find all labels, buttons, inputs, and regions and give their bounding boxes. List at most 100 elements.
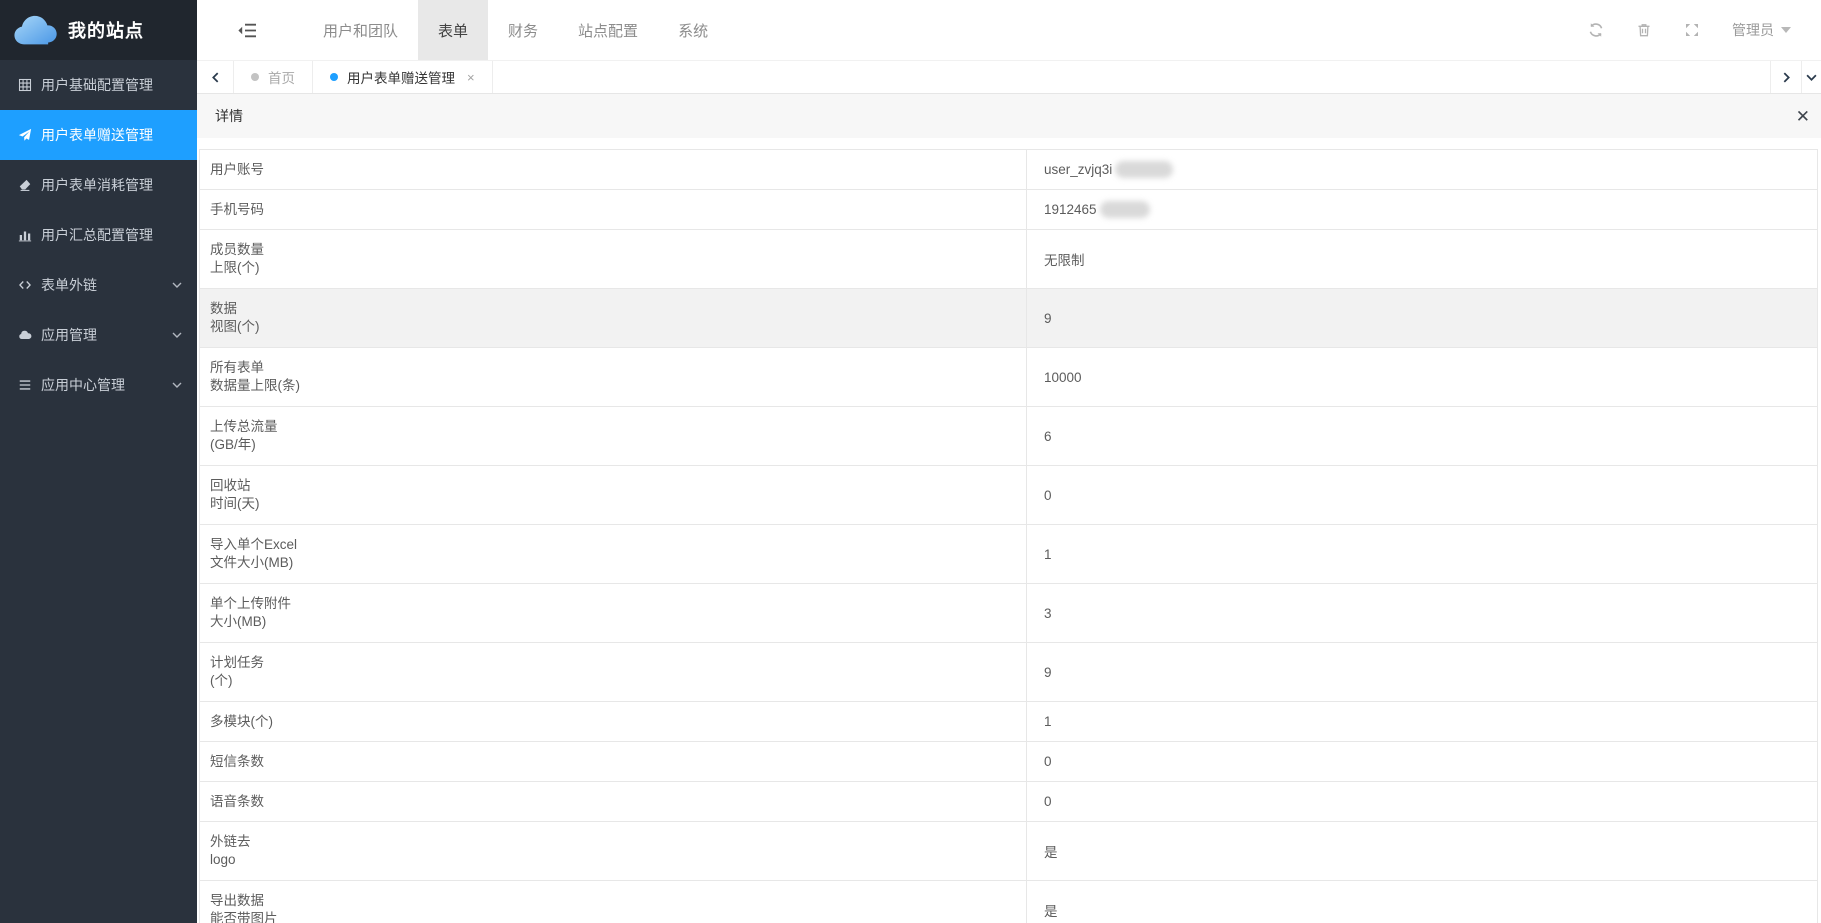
grid-icon xyxy=(17,77,33,93)
row-label-line: 短信条数 xyxy=(210,753,1016,771)
close-tab-icon[interactable]: × xyxy=(467,70,475,85)
collapse-sidebar-icon[interactable] xyxy=(237,22,257,39)
detail-row-0: 用户账号user_zvjq3i xyxy=(200,150,1817,190)
close-panel-icon[interactable]: ✕ xyxy=(1794,106,1812,127)
sidebar-item-6[interactable]: 应用中心管理 xyxy=(0,360,197,410)
row-value-text: 是 xyxy=(1044,841,1058,861)
page-tabbar: 首页用户表单赠送管理× xyxy=(197,60,1821,94)
detail-row-6: 回收站时间(天)0 xyxy=(200,466,1817,525)
detail-row-8: 单个上传附件大小(MB) 3 xyxy=(200,584,1817,643)
row-label-line: 能否带图片 xyxy=(210,910,1016,923)
panel-title: 详情 xyxy=(215,106,243,126)
row-label-line: 多模块(个) xyxy=(210,713,1016,731)
sidebar-item-label: 用户表单赠送管理 xyxy=(41,125,153,145)
page-tab-0[interactable]: 首页 xyxy=(234,61,313,93)
detail-row-9: 计划任务(个)9 xyxy=(200,643,1817,702)
page-tab-1[interactable]: 用户表单赠送管理× xyxy=(313,61,493,93)
row-value-text: 是 xyxy=(1044,900,1058,920)
detail-row-14: 导出数据能否带图片是 xyxy=(200,881,1817,923)
row-label-line: 数据 xyxy=(210,300,1016,318)
tab-status-dot xyxy=(251,73,259,81)
row-label-line: 时间(天) xyxy=(210,495,1016,513)
row-value-text: 0 xyxy=(1044,754,1052,769)
row-label: 导出数据能否带图片 xyxy=(200,881,1027,923)
row-label: 单个上传附件大小(MB) xyxy=(200,584,1027,642)
tabs-scroll-right-button[interactable] xyxy=(1770,61,1801,93)
row-value: 1912465 xyxy=(1027,190,1817,229)
top-nav-label: 用户和团队 xyxy=(323,20,398,41)
detail-panel-body: 用户账号user_zvjq3i手机号码1912465成员数量上限(个)无限制数据… xyxy=(197,138,1821,923)
sidebar-item-3[interactable]: 用户汇总配置管理 xyxy=(0,210,197,260)
row-value-text: 1 xyxy=(1044,547,1052,562)
row-label-line: 导出数据 xyxy=(210,892,1016,910)
row-value: 0 xyxy=(1027,466,1817,524)
row-value-text: 无限制 xyxy=(1044,249,1085,269)
row-label: 外链去logo xyxy=(200,822,1027,880)
row-label-line: 文件大小(MB) xyxy=(210,554,1016,572)
caret-down-icon xyxy=(1781,27,1791,33)
row-label: 导入单个Excel文件大小(MB) xyxy=(200,525,1027,583)
chevron-down-icon xyxy=(172,280,182,290)
sidebar-menu: 用户基础配置管理用户表单赠送管理用户表单消耗管理用户汇总配置管理表单外链应用管理… xyxy=(0,60,197,410)
fullscreen-icon[interactable] xyxy=(1684,22,1700,38)
row-label-line: 成员数量 xyxy=(210,241,1016,259)
top-nav-label: 财务 xyxy=(508,20,538,41)
sidebar-item-4[interactable]: 表单外链 xyxy=(0,260,197,310)
row-label: 用户账号 xyxy=(200,150,1027,189)
chevron-down-icon xyxy=(172,330,182,340)
sidebar-item-0[interactable]: 用户基础配置管理 xyxy=(0,60,197,110)
sidebar-item-5[interactable]: 应用管理 xyxy=(0,310,197,360)
row-value-text: 0 xyxy=(1044,794,1052,809)
detail-row-13: 外链去logo 是 xyxy=(200,822,1817,881)
refresh-icon[interactable] xyxy=(1588,22,1604,38)
row-label-line: 用户账号 xyxy=(210,161,1016,179)
header-actions: 管理员 xyxy=(1588,0,1821,60)
paper-plane-icon xyxy=(17,127,33,143)
row-value: 0 xyxy=(1027,782,1817,821)
row-value: 9 xyxy=(1027,289,1817,347)
sidebar-item-label: 应用中心管理 xyxy=(41,375,125,395)
redacted-blur-patch xyxy=(1100,201,1150,218)
row-value-text: 9 xyxy=(1044,311,1052,326)
sidebar: 我的站点 用户基础配置管理用户表单赠送管理用户表单消耗管理用户汇总配置管理表单外… xyxy=(0,0,197,923)
row-label: 语音条数 xyxy=(200,782,1027,821)
top-nav-label: 系统 xyxy=(678,20,708,41)
sidebar-item-label: 用户基础配置管理 xyxy=(41,75,153,95)
top-nav-item-1[interactable]: 表单 xyxy=(418,0,488,60)
tabs-menu-button[interactable] xyxy=(1801,61,1821,93)
sidebar-item-2[interactable]: 用户表单消耗管理 xyxy=(0,160,197,210)
row-label: 数据视图(个) xyxy=(200,289,1027,347)
row-label-line: logo xyxy=(210,851,1016,869)
row-value-text: 3 xyxy=(1044,606,1052,621)
cloud-icon xyxy=(17,327,33,343)
row-label-line: 大小(MB) xyxy=(210,613,1016,631)
tab-label: 首页 xyxy=(268,67,295,87)
row-value-text: 0 xyxy=(1044,488,1052,503)
top-nav-item-2[interactable]: 财务 xyxy=(488,0,558,60)
sidebar-item-label: 用户汇总配置管理 xyxy=(41,225,153,245)
row-label: 多模块(个) xyxy=(200,702,1027,741)
open-tabs: 首页用户表单赠送管理× xyxy=(234,61,493,93)
detail-panel-header: 详情 ✕ xyxy=(197,94,1821,138)
top-nav-item-0[interactable]: 用户和团队 xyxy=(303,0,418,60)
row-label: 成员数量上限(个) xyxy=(200,230,1027,288)
row-label: 手机号码 xyxy=(200,190,1027,229)
row-value: 6 xyxy=(1027,407,1817,465)
sidebar-item-1[interactable]: 用户表单赠送管理 xyxy=(0,110,197,160)
row-label-line: 导入单个Excel xyxy=(210,536,1016,554)
row-label-line: 语音条数 xyxy=(210,793,1016,811)
user-menu[interactable]: 管理员 xyxy=(1732,20,1791,40)
row-label-line: 单个上传附件 xyxy=(210,595,1016,613)
row-value-text: 10000 xyxy=(1044,370,1082,385)
row-label-line: 上传总流量 xyxy=(210,418,1016,436)
user-menu-label: 管理员 xyxy=(1732,20,1774,40)
row-value: 0 xyxy=(1027,742,1817,781)
detail-row-11: 短信条数 0 xyxy=(200,742,1817,782)
top-nav-label: 站点配置 xyxy=(578,20,638,41)
tabs-scroll-left-button[interactable] xyxy=(197,61,234,93)
content-area: 详情 ✕ 用户账号user_zvjq3i手机号码1912465成员数量上限(个)… xyxy=(197,94,1821,923)
top-nav: 用户和团队表单财务 站点配置 系统 xyxy=(303,0,728,60)
top-nav-item-4[interactable]: 系统 xyxy=(658,0,728,60)
top-nav-item-3[interactable]: 站点配置 xyxy=(558,0,658,60)
trash-icon[interactable] xyxy=(1636,22,1652,38)
